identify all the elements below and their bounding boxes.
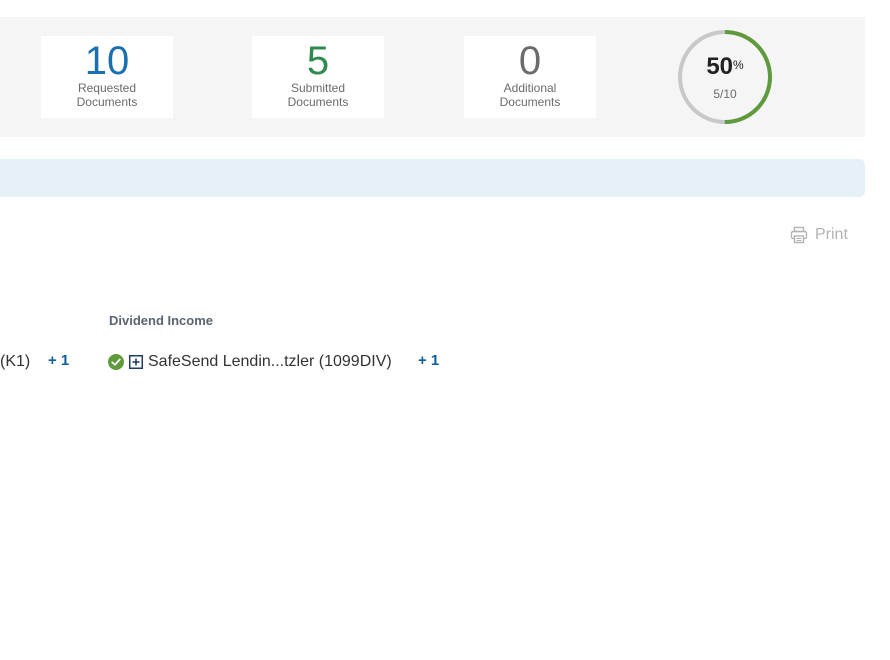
document-row-partial[interactable]: (K1) <box>0 351 30 373</box>
print-button[interactable]: Print <box>790 225 848 245</box>
requested-documents-card: 10 Requested Documents <box>41 36 173 118</box>
additional-documents-card: 0 Additional Documents <box>464 36 596 118</box>
requested-documents-count: 10 <box>84 39 130 83</box>
submitted-documents-label-line2: Documents <box>287 95 349 109</box>
progress-percent-sign: % <box>733 58 744 72</box>
submitted-documents-card: 5 Submitted Documents <box>252 36 384 118</box>
document-row-dividend[interactable]: SafeSend Lendin...tzler (1099DIV) <box>108 351 392 373</box>
requested-documents-label-line1: Requested <box>77 81 137 95</box>
progress-percent: 50% <box>677 54 773 80</box>
requested-documents-label-line2: Documents <box>76 95 138 109</box>
more-documents-link-dividend[interactable]: + 1 <box>418 352 439 369</box>
document-name-partial: (K1) <box>0 353 31 370</box>
page: 10 Requested Documents 5 Submitted Docum… <box>0 0 890 660</box>
document-stats-panel: 10 Requested Documents 5 Submitted Docum… <box>0 17 865 137</box>
additional-documents-count: 0 <box>518 39 542 83</box>
print-label: Print <box>815 226 848 243</box>
plus-square-icon[interactable] <box>129 355 143 369</box>
completion-progress-ring: 50% 5/10 <box>677 29 773 125</box>
submitted-documents-count: 5 <box>306 39 330 83</box>
more-documents-link[interactable]: + 1 <box>48 352 69 369</box>
info-bar <box>0 159 865 197</box>
check-circle-icon <box>108 354 124 370</box>
additional-documents-label-line2: Documents <box>499 95 561 109</box>
document-name-dividend: SafeSend Lendin...tzler (1099DIV) <box>148 353 392 370</box>
printer-icon <box>790 226 808 244</box>
submitted-documents-label-line1: Submitted <box>290 81 346 95</box>
progress-percent-value: 50 <box>706 53 734 80</box>
progress-fraction: 5/10 <box>713 87 737 101</box>
additional-documents-label-line1: Additional <box>503 81 557 95</box>
category-heading-dividend-income: Dividend Income <box>109 313 214 328</box>
